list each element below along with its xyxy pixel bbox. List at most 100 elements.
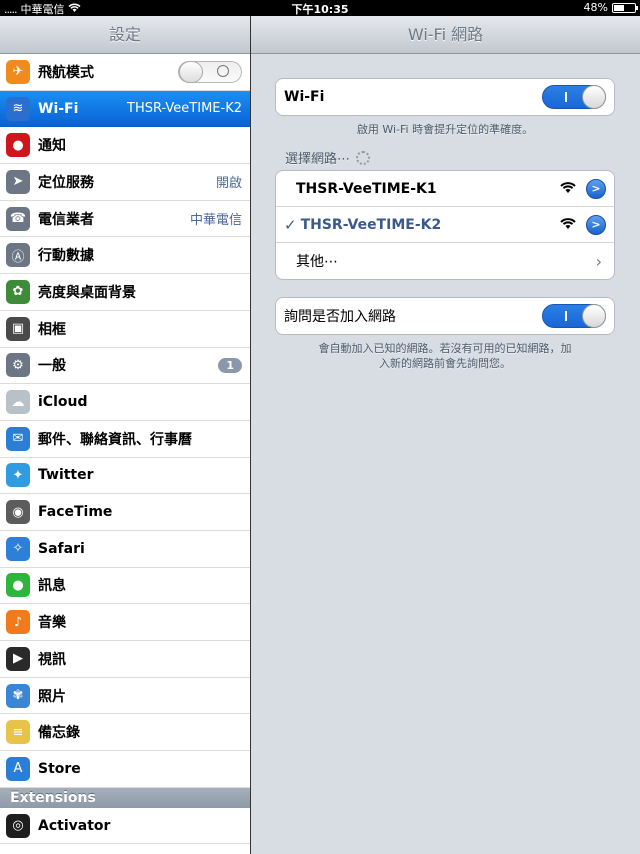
sidebar-item[interactable]: Ⓐ 行動數據 (0, 237, 250, 275)
sidebar-item[interactable]: ✿ 亮度與桌面背景 (0, 274, 250, 311)
picture-frame-icon: ▣ (6, 316, 30, 341)
network-name: THSR-VeeTIME-K2 (300, 216, 442, 233)
wifi-icon: ≋ (6, 96, 30, 121)
other-network-row[interactable]: 其他⋯ › (276, 243, 614, 279)
wifi-switch[interactable] (542, 85, 606, 109)
activator-icon: ◎ (6, 813, 30, 838)
sidebar-item[interactable]: ◎ Activator (0, 807, 250, 845)
ask-join-switch[interactable] (542, 304, 606, 328)
twitter-icon: ✦ (6, 463, 30, 488)
photos-icon: ✾ (6, 683, 30, 708)
network-info-button[interactable]: > (586, 214, 606, 235)
status-bar: ..... 中華電信 下午10:35 48% (0, 0, 640, 16)
sidebar-item[interactable]: ➤ 定位服務 開啟 (0, 164, 250, 201)
sidebar-item-label: Store (38, 760, 81, 777)
choose-network-label: 選擇網路⋯ (285, 152, 351, 167)
sidebar-item[interactable]: ✉ 郵件、聯絡資訊、行事曆 (0, 420, 250, 458)
sidebar-item[interactable]: ✦ Twitter (0, 457, 250, 495)
airplane-mode-switch[interactable] (178, 60, 242, 83)
sidebar-item[interactable]: ● 通知 (0, 127, 250, 165)
other-network-label: 其他⋯ (296, 254, 338, 270)
sidebar-item-label: 相框 (38, 321, 66, 338)
battery-icon (612, 2, 638, 13)
chevron-right-icon: › (595, 251, 602, 271)
location-icon: ➤ (6, 169, 30, 194)
sidebar-item[interactable]: ⚙ 一般 1 (0, 347, 250, 385)
sidebar-item-label: 備忘錄 (38, 725, 80, 742)
music-icon: ♪ (6, 610, 30, 635)
wifi-toggle-row: Wi-Fi (276, 79, 614, 115)
wifi-signal-icon (560, 179, 576, 198)
sidebar-item[interactable]: ✧ Safari (0, 530, 250, 568)
notifications-icon: ● (6, 133, 30, 158)
wifi-toggle-group: Wi-Fi (275, 78, 615, 116)
extensions-menu: ◎ Activator (0, 807, 250, 845)
sidebar-item-label: 電信業者 (38, 211, 94, 228)
sidebar-item[interactable]: ▣ 相框 (0, 310, 250, 348)
sidebar-item-value: 開啟 (215, 176, 242, 192)
sidebar-item-label: Twitter (38, 467, 94, 484)
battery-indicator: 48% (583, 1, 638, 14)
mail-icon: ✉ (6, 426, 30, 451)
facetime-icon: ◉ (6, 500, 30, 525)
sidebar-item-label: 通知 (38, 138, 66, 155)
sidebar-item-value: THSR-VeeTIME-K2 (127, 101, 242, 117)
brightness-icon: ✿ (6, 279, 30, 304)
ask-join-group: 詢問是否加入網路 (275, 297, 615, 335)
gear-icon: ⚙ (6, 353, 30, 378)
ask-footer-line1: 會自動加入已知的網路。若沒有可用的已知網路，加 (318, 342, 572, 355)
settings-menu: ✈ 飛航模式 ≋ Wi-Fi THSR-VeeTIME-K2 ● 通知 ➤ 定位服務 開啟 ☎ 電信業… (0, 54, 250, 788)
sidebar-item-label: 郵件、聯絡資訊、行事曆 (38, 431, 192, 448)
sidebar-item[interactable]: ● 訊息 (0, 567, 250, 605)
sidebar-item-label: FaceTime (38, 504, 113, 521)
sidebar-item-label: 行動數據 (38, 248, 94, 265)
app-store-icon: A (6, 756, 30, 781)
choose-network-header: 選擇網路⋯ (285, 148, 371, 167)
sidebar-item-label: 一般 (38, 358, 66, 375)
wifi-footer: 啟用 Wi-Fi 時會提升定位的準確度。 (356, 123, 534, 136)
sidebar-item[interactable]: ☁ iCloud (0, 384, 250, 421)
sidebar-item[interactable]: ◉ FaceTime (0, 494, 250, 531)
sidebar-item-label: 亮度與桌面背景 (38, 284, 136, 301)
ask-footer-line2: 入新的網路前會先詢問您。 (379, 357, 511, 370)
sidebar-item[interactable]: ☎ 電信業者 中華電信 (0, 200, 250, 238)
sidebar-item[interactable]: ♪ 音樂 (0, 604, 250, 641)
battery-percent: 48% (583, 1, 608, 14)
sidebar-title: 設定 (0, 16, 250, 54)
sidebar-item[interactable]: ✾ 照片 (0, 677, 250, 715)
notes-icon: ≡ (6, 720, 30, 745)
detail-title: Wi-Fi 網路 (251, 16, 640, 54)
sidebar-item-value: 中華電信 (189, 213, 242, 229)
network-row[interactable]: THSR-VeeTIME-K1 > (276, 171, 614, 207)
sidebar-item-label: Wi-Fi (38, 100, 79, 117)
clock: 下午10:35 (291, 3, 349, 16)
wifi-label: Wi-Fi (284, 89, 325, 105)
wifi-detail-pane: Wi-Fi 網路 Wi-Fi 啟用 Wi-Fi 時會提升定位的準確度。 選擇網路… (251, 16, 640, 854)
sidebar-item-label: iCloud (38, 394, 88, 411)
sidebar-item-label: 視訊 (38, 651, 66, 668)
update-badge: 1 (218, 357, 242, 373)
ask-join-label: 詢問是否加入網路 (284, 309, 396, 325)
phone-icon: ☎ (6, 206, 30, 231)
sidebar-item[interactable]: ≡ 備忘錄 (0, 714, 250, 752)
cloud-icon: ☁ (6, 390, 30, 415)
sidebar-item-label: 定位服務 (38, 174, 94, 191)
loading-spinner-icon (356, 150, 371, 165)
sidebar-item[interactable]: ▶ 視訊 (0, 641, 250, 678)
cellular-icon: Ⓐ (6, 243, 30, 268)
ask-join-footer: 會自動加入已知的網路。若沒有可用的已知網路，加 入新的網路前會先詢問您。 (285, 341, 605, 371)
sidebar-item-label: 照片 (38, 688, 66, 705)
network-info-button[interactable]: > (586, 178, 606, 199)
network-row-selected[interactable]: ✓ THSR-VeeTIME-K2 > (276, 207, 614, 243)
sidebar-item[interactable]: ✈ 飛航模式 (0, 54, 250, 91)
sidebar-item[interactable]: A Store (0, 751, 250, 788)
sidebar-item-label: Activator (38, 817, 111, 834)
video-icon: ▶ (6, 646, 30, 671)
sidebar-item[interactable]: ≋ Wi-Fi THSR-VeeTIME-K2 (0, 90, 250, 128)
ask-join-row: 詢問是否加入網路 (276, 298, 614, 334)
extensions-header: Extensions (0, 787, 250, 808)
checkmark-icon: ✓ (284, 215, 297, 234)
compass-icon: ✧ (6, 536, 30, 561)
sidebar-item-label: 訊息 (38, 578, 66, 595)
messages-icon: ● (6, 573, 30, 598)
